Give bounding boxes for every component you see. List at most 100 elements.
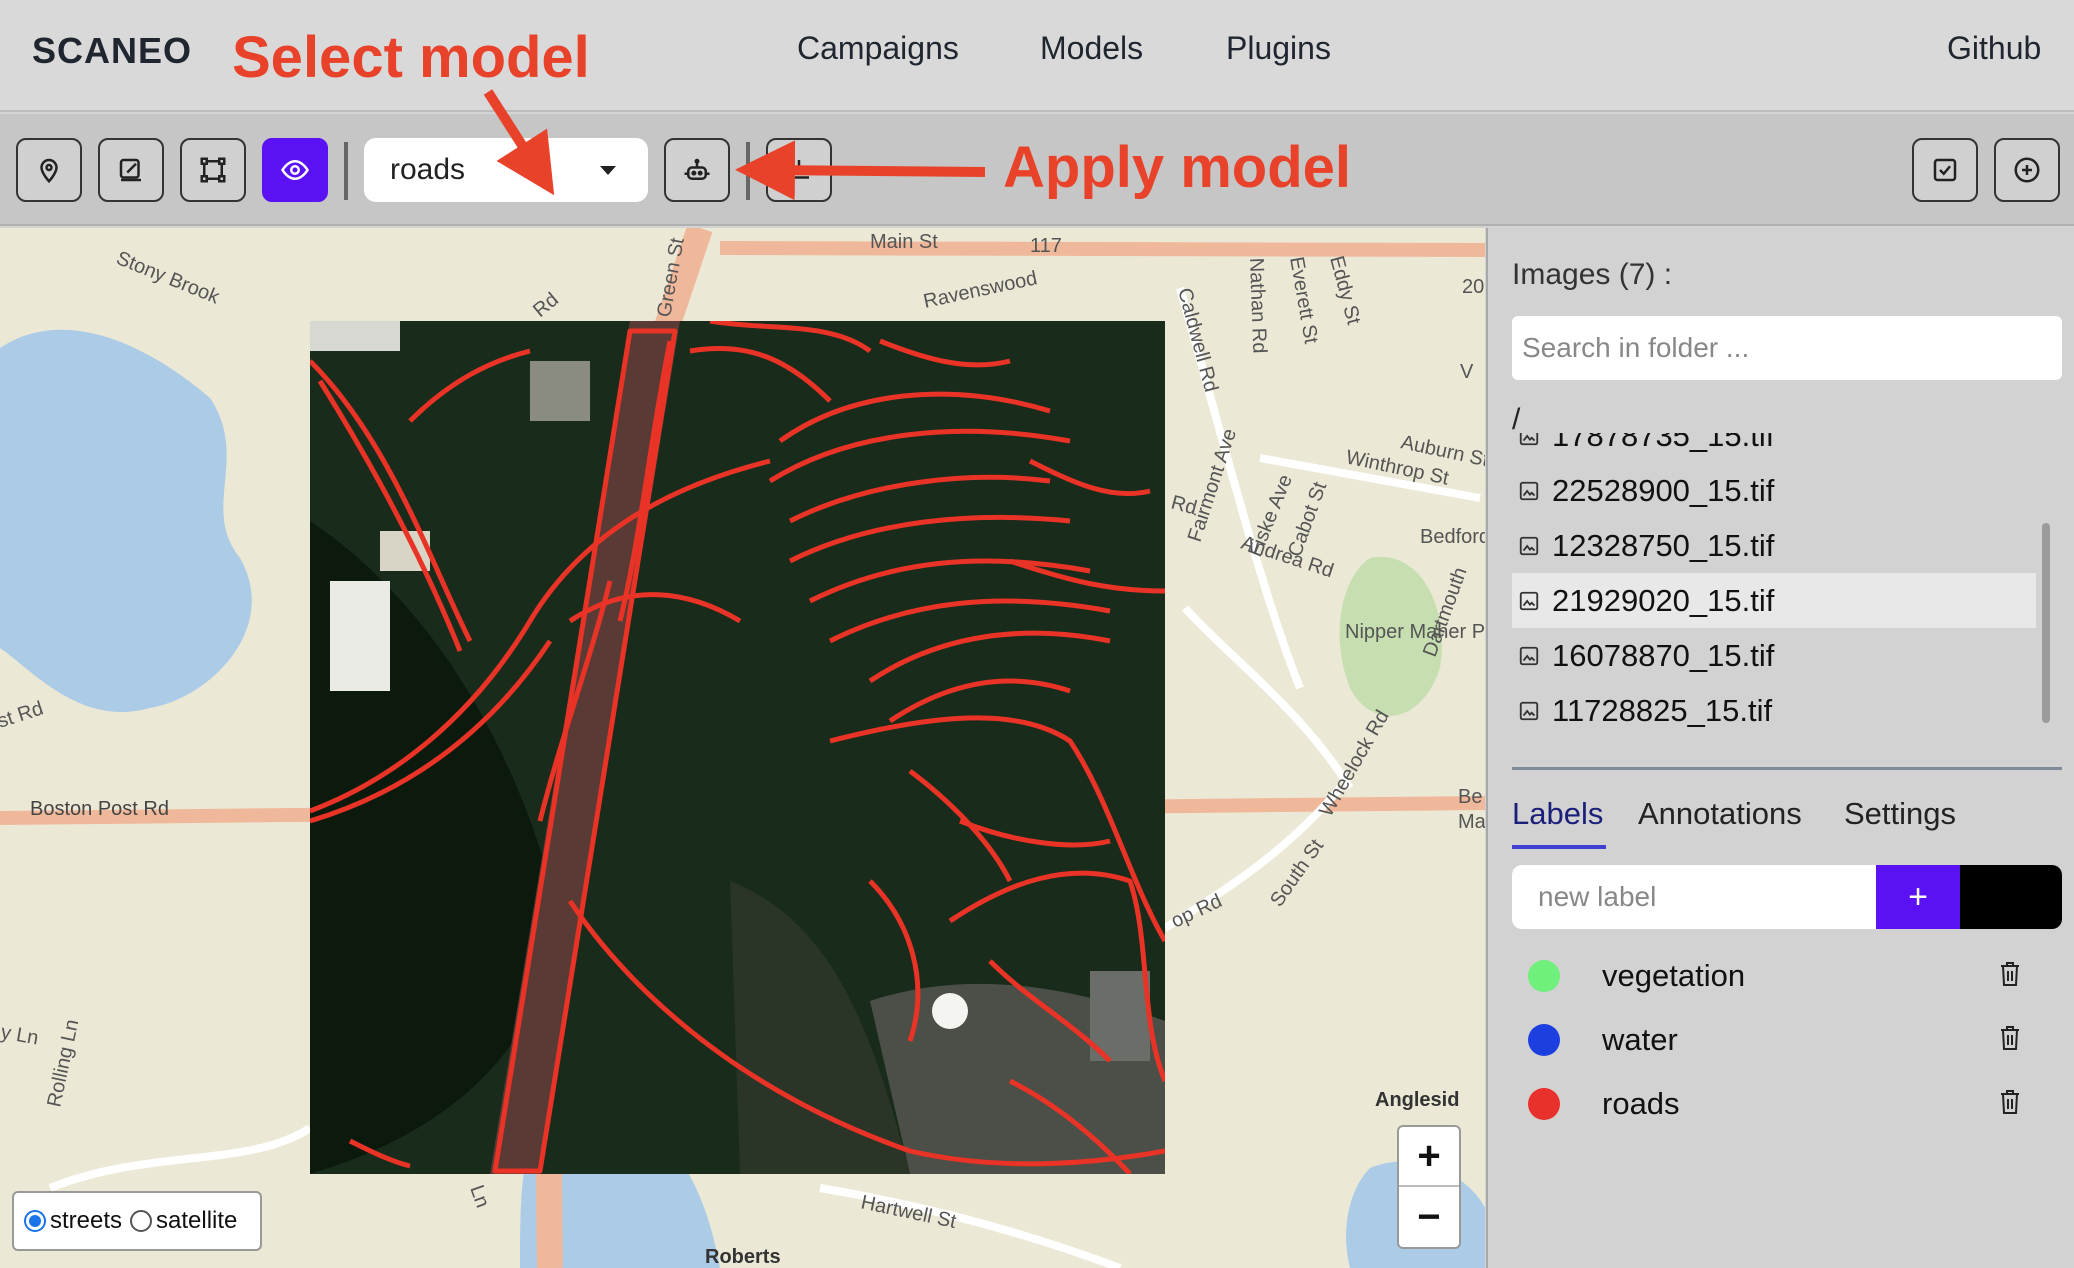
street-label: op Rd xyxy=(1168,890,1226,932)
image-file-icon xyxy=(1519,433,1539,445)
file-item[interactable]: 12328750_15.tif xyxy=(1512,518,2036,573)
file-name: 11728825_15.tif xyxy=(1552,692,1773,728)
file-item[interactable]: 11728825_15.tif xyxy=(1512,683,2036,733)
file-list[interactable]: 17878735_15.tif 22528900_15.tif 12328750… xyxy=(1512,433,2046,733)
label-item[interactable]: vegetation xyxy=(1528,948,2048,1004)
nav-campaigns[interactable]: Campaigns xyxy=(797,30,959,67)
visibility-toggle-button[interactable] xyxy=(262,138,328,202)
add-image-button[interactable] xyxy=(1994,138,2060,202)
street-label: Andrea Rd xyxy=(1238,532,1336,582)
label-name: water xyxy=(1602,1022,1678,1057)
checklist-icon xyxy=(1933,158,1957,182)
street-label: st Rd xyxy=(0,697,46,732)
nav-plugins[interactable]: Plugins xyxy=(1226,30,1331,67)
layer-option-satellite[interactable]: satellite xyxy=(130,1207,237,1235)
images-title: Images (7) : xyxy=(1512,258,1673,291)
eye-icon xyxy=(281,159,309,181)
street-label: Anglesid xyxy=(1375,1089,1459,1111)
satellite-image-overlay xyxy=(310,321,1165,1174)
file-name: 22528900_15.tif xyxy=(1552,472,1775,508)
street-label: Nipper Maher Park xyxy=(1345,621,1485,643)
street-label: Hartwell St xyxy=(859,1191,959,1233)
street-label: Boston Post Rd xyxy=(30,798,169,820)
file-item[interactable]: 17878735_15.tif xyxy=(1512,433,2036,463)
street-label: Ma xyxy=(1458,811,1485,833)
road xyxy=(48,1124,313,1192)
label-name: vegetation xyxy=(1602,958,1746,993)
nav-models[interactable]: Models xyxy=(1040,30,1143,67)
street-label: Stony Brook xyxy=(113,247,223,309)
street-label: Ln xyxy=(465,1182,493,1210)
annotation-select-model: Select model xyxy=(232,25,590,90)
download-button[interactable] xyxy=(766,138,832,202)
image-file-icon xyxy=(1519,591,1539,610)
add-label-button[interactable]: + xyxy=(1876,865,1960,929)
street-label: Everett St xyxy=(1285,255,1322,346)
water-body xyxy=(0,329,252,713)
checklist-button[interactable] xyxy=(1912,138,1978,202)
file-item-selected[interactable]: 21929020_15.tif xyxy=(1512,573,2036,628)
trash-icon[interactable] xyxy=(1998,1024,2022,1052)
section-divider xyxy=(1512,767,2062,770)
label-color-dot xyxy=(1528,1024,1560,1056)
model-select-value: roads xyxy=(390,153,466,186)
street-label: Rolling Ln xyxy=(43,1017,83,1109)
street-label: South St xyxy=(1266,835,1328,911)
tab-annotations[interactable]: Annotations xyxy=(1638,796,1802,832)
new-label-input[interactable] xyxy=(1512,865,1876,929)
pin-icon xyxy=(40,158,58,184)
zoom-out-button[interactable]: − xyxy=(1399,1187,1459,1247)
street-label: Be xyxy=(1458,786,1482,808)
apply-model-button[interactable] xyxy=(664,138,730,202)
label-item[interactable]: water xyxy=(1528,1012,2048,1068)
label-item[interactable]: roads xyxy=(1528,1076,2048,1132)
bbox-icon xyxy=(200,157,226,183)
label-color-dot xyxy=(1528,960,1560,992)
brand-logo[interactable]: SCANEO xyxy=(32,30,192,72)
street-label: Main St xyxy=(870,231,938,253)
road xyxy=(719,241,1485,257)
image-file-icon xyxy=(1519,701,1539,720)
label-color-dot xyxy=(1528,1088,1560,1120)
nav-github[interactable]: Github xyxy=(1947,30,2041,67)
label-name: roads xyxy=(1602,1086,1680,1121)
file-name: 17878735_15.tif xyxy=(1552,433,1775,453)
tab-labels[interactable]: Labels xyxy=(1512,796,1603,832)
file-item[interactable]: 16078870_15.tif xyxy=(1512,628,2036,683)
file-item[interactable]: 22528900_15.tif xyxy=(1512,463,2036,518)
bbox-tool-button[interactable] xyxy=(180,138,246,202)
zoom-control: + − xyxy=(1397,1125,1461,1249)
layer-option-streets[interactable]: streets xyxy=(24,1207,122,1235)
file-name: 16078870_15.tif xyxy=(1552,637,1775,673)
image-file-icon xyxy=(1519,536,1539,555)
active-tab-indicator xyxy=(1512,845,1606,849)
street-label: Rd xyxy=(529,289,563,322)
file-list-scrollbar[interactable] xyxy=(2042,523,2050,723)
edit-icon xyxy=(119,158,141,182)
robot-icon xyxy=(684,158,710,180)
add-circle-icon xyxy=(2014,157,2040,183)
edit-tool-button[interactable] xyxy=(98,138,164,202)
trash-icon[interactable] xyxy=(1998,960,2022,988)
file-name: 12328750_15.tif xyxy=(1552,527,1775,563)
radio-satellite[interactable] xyxy=(130,1210,153,1232)
label-color-picker[interactable] xyxy=(1960,865,2062,929)
layer-label-streets: streets xyxy=(50,1207,123,1234)
layer-switcher: streets satellite xyxy=(12,1191,262,1251)
street-label: 20 xyxy=(1462,276,1484,298)
radio-streets[interactable] xyxy=(24,1210,46,1232)
search-input[interactable] xyxy=(1512,316,2062,380)
tab-settings[interactable]: Settings xyxy=(1844,796,1956,832)
street-label: y Ln xyxy=(0,1021,40,1049)
street-label: V xyxy=(1460,361,1474,383)
model-select[interactable]: roads xyxy=(364,138,648,202)
zoom-in-button[interactable]: + xyxy=(1399,1127,1459,1187)
street-label: Nathan Rd xyxy=(1245,257,1270,353)
street-label: Bedford xyxy=(1420,526,1485,548)
street-label: Eddy St xyxy=(1325,254,1364,328)
trash-icon[interactable] xyxy=(1998,1088,2022,1116)
point-tool-button[interactable] xyxy=(16,138,82,202)
chevron-down-icon xyxy=(600,166,616,175)
map-view[interactable]: Main St 117 Stony Brook Green St Rd Rave… xyxy=(0,228,1485,1268)
toolbar-separator xyxy=(344,142,348,200)
